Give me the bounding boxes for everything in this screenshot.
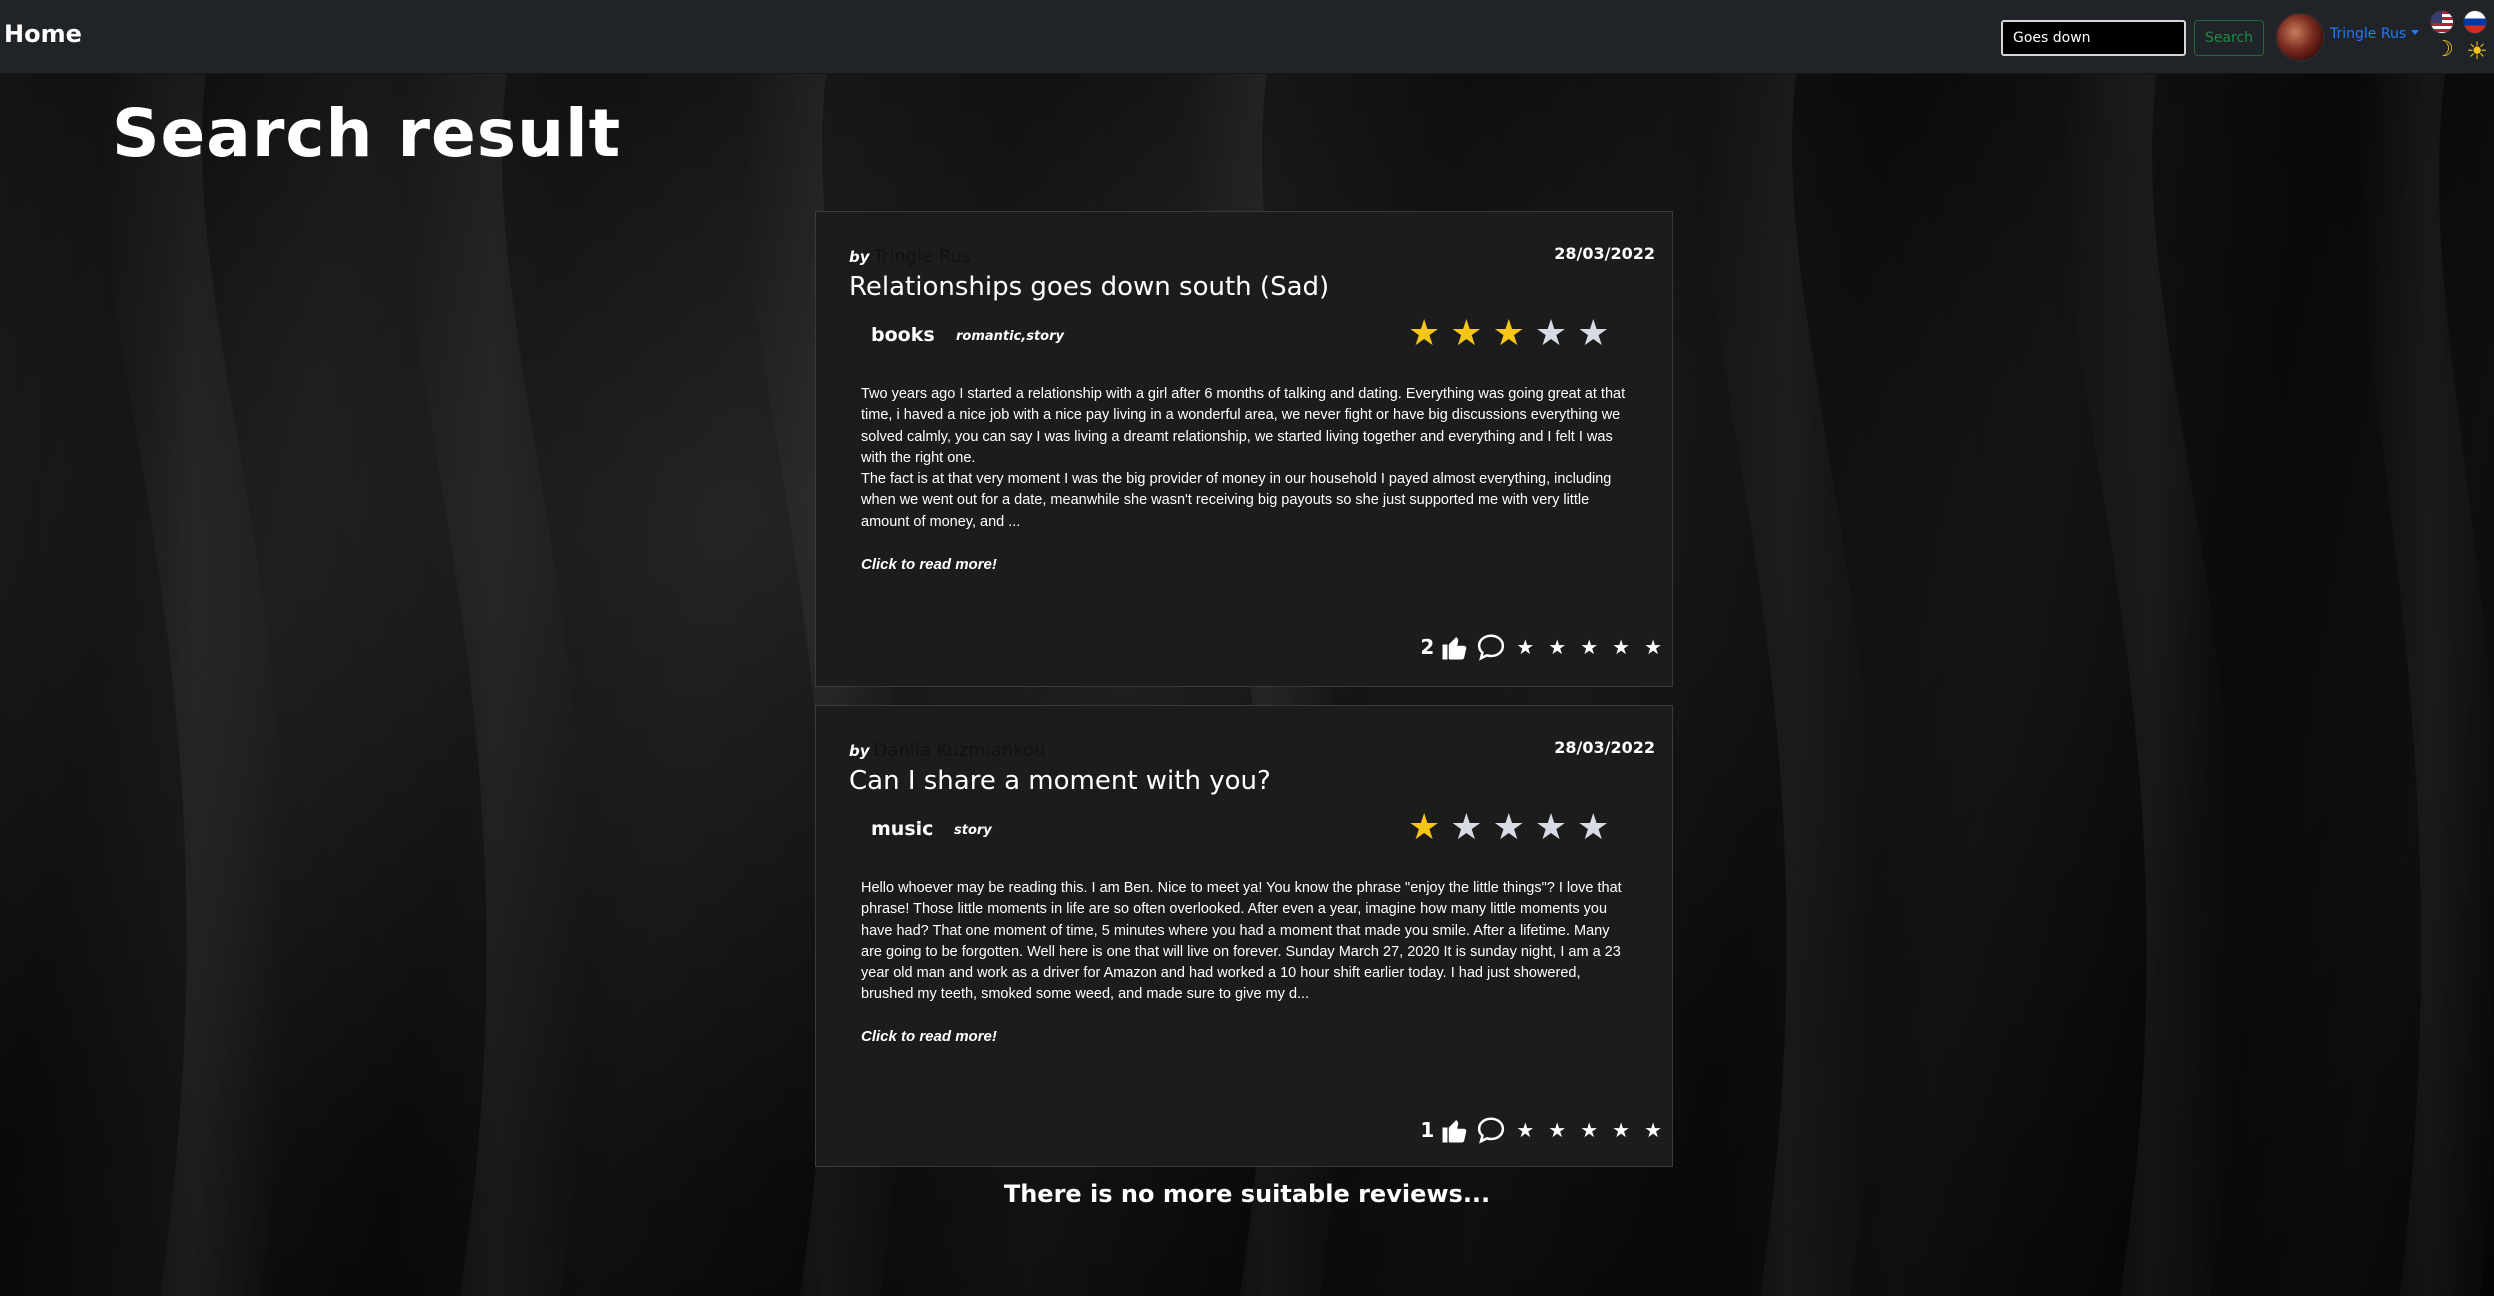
review-author: by Danila Kuzmiankou [849,740,1046,761]
home-link[interactable]: Home [4,20,82,48]
review-tags: story [954,823,992,838]
ru-flag-icon[interactable] [2463,10,2487,34]
comment-icon[interactable] [1476,1115,1506,1145]
user-menu-link[interactable]: Tringle Rus [2330,26,2406,42]
read-more-link[interactable]: Click to read more! [861,556,997,573]
like-count: 1 [1420,1118,1435,1142]
search-button[interactable]: Search [2194,20,2264,56]
rate-star-icon[interactable]: ★ [1516,635,1534,659]
star-empty-icon: ★ [1577,313,1610,354]
rate-star-icon[interactable]: ★ [1612,1118,1630,1142]
author-name[interactable]: Danila Kuzmiankou [874,740,1046,761]
thumbs-up-icon[interactable] [1440,632,1470,662]
rate-stars[interactable]: ★ ★ ★ ★ ★ [1516,1118,1662,1142]
rate-star-icon[interactable]: ★ [1580,635,1598,659]
review-rating: ★ ★ ★ ★ ★ [1408,316,1609,352]
read-more-link[interactable]: Click to read more! [861,1028,997,1045]
star-filled-icon: ★ [1408,313,1441,354]
rate-star-icon[interactable]: ★ [1580,1118,1598,1142]
review-rating: ★ ★ ★ ★ ★ [1408,810,1609,846]
review-body: Hello whoever may be reading this. I am … [861,878,1631,1006]
review-body-p1: Two years ago I started a relationship w… [861,386,1626,466]
star-empty-icon: ★ [1534,807,1568,848]
rate-star-icon[interactable]: ★ [1548,1118,1566,1142]
review-footer: 2 ★ ★ ★ ★ ★ [1420,632,1662,662]
review-tags: romantic,story [956,329,1064,344]
navbar: Home Search Tringle Rus ☽ ☀ [0,0,2494,74]
review-author: by Tringle Rus [849,246,971,267]
review-body-p2: The fact is at that very moment I was th… [861,471,1612,530]
by-label: by [849,742,870,760]
user-avatar[interactable] [2275,12,2325,62]
rate-stars[interactable]: ★ ★ ★ ★ ★ [1516,635,1662,659]
review-date: 28/03/2022 [1554,244,1655,263]
review-card[interactable]: by Tringle Rus 28/03/2022 Relationships g… [815,211,1673,687]
rate-star-icon[interactable]: ★ [1644,635,1662,659]
moon-icon[interactable]: ☽ [2432,38,2456,62]
rate-star-icon[interactable]: ★ [1612,635,1630,659]
star-filled-icon: ★ [1492,313,1525,354]
page-title: Search result [112,95,622,172]
review-group: music [871,818,934,840]
review-title[interactable]: Relationships goes down south (Sad) [849,272,1329,302]
review-body: Two years ago I started a relationship w… [861,384,1631,533]
sun-icon[interactable]: ☀ [2464,38,2490,64]
chevron-down-icon[interactable] [2411,30,2419,35]
review-card[interactable]: by Danila Kuzmiankou 28/03/2022 Can I sha… [815,705,1673,1167]
star-empty-icon: ★ [1577,807,1610,848]
review-body-p1: Hello whoever may be reading this. I am … [861,880,1622,1003]
review-title[interactable]: Can I share a moment with you? [849,766,1271,796]
like-count: 2 [1420,635,1435,659]
star-empty-icon: ★ [1534,313,1568,354]
rate-star-icon[interactable]: ★ [1548,635,1566,659]
rate-star-icon[interactable]: ★ [1516,1118,1534,1142]
thumbs-up-icon[interactable] [1440,1115,1470,1145]
comment-icon[interactable] [1476,632,1506,662]
review-date: 28/03/2022 [1554,738,1655,757]
star-empty-icon: ★ [1450,807,1483,848]
star-filled-icon: ★ [1408,807,1441,848]
by-label: by [849,248,870,266]
star-empty-icon: ★ [1492,807,1525,848]
star-filled-icon: ★ [1450,313,1483,354]
author-name[interactable]: Tringle Rus [874,246,972,267]
review-footer: 1 ★ ★ ★ ★ ★ [1420,1115,1662,1145]
no-more-results-text: There is no more suitable reviews... [1003,1180,1491,1208]
review-group: books [871,324,935,346]
us-flag-icon[interactable] [2430,10,2454,34]
search-input[interactable] [2001,20,2186,56]
rate-star-icon[interactable]: ★ [1644,1118,1662,1142]
